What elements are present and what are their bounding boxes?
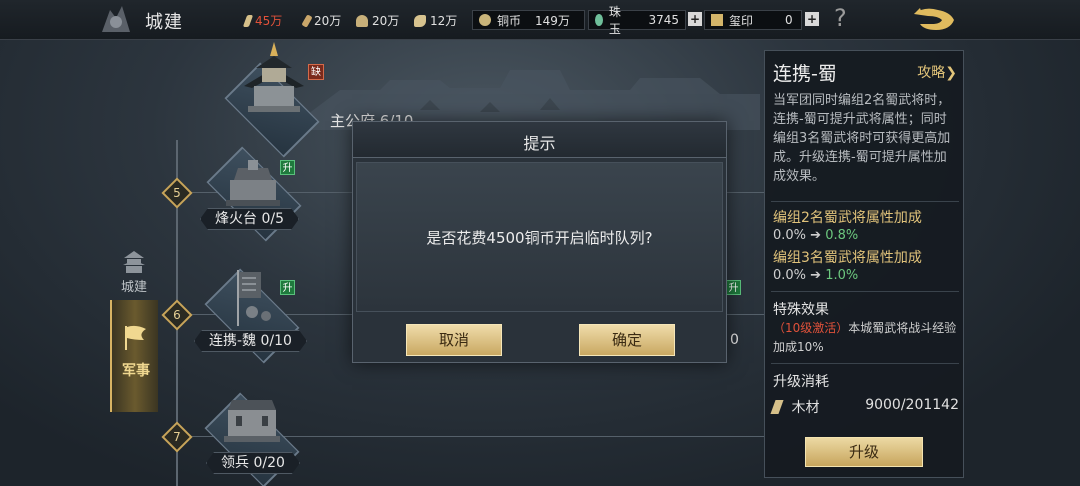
seal-display: 玺印 0 — [704, 10, 802, 30]
copper-coin-display: 铜币 149万 — [472, 10, 585, 30]
left-nav: 城建 军事 — [110, 240, 158, 412]
stone-resource[interactable]: 20万 — [356, 12, 399, 29]
cancel-button[interactable]: 取消 — [406, 324, 502, 356]
level-marker: 7 — [161, 421, 193, 453]
iron-icon — [414, 14, 426, 27]
shortage-badge: 缺 — [308, 64, 324, 80]
upgrade-badge: 升 — [280, 280, 295, 295]
dialog-body: 是否花费4500铜币开启临时队列? — [356, 162, 723, 312]
wood-resource[interactable]: 20万 — [301, 12, 341, 29]
dialog-message: 是否花费4500铜币开启临时队列? — [426, 229, 653, 247]
panel-title: 连携-蜀 — [773, 63, 837, 85]
pagoda-icon — [123, 251, 145, 273]
confirm-dialog: 提示 是否花费4500铜币开启临时队列? 取消 确定 — [352, 121, 727, 363]
bonus-3-heading: 编组3名蜀武将属性加成 — [773, 250, 922, 266]
food-resource[interactable]: 45万 — [242, 12, 282, 29]
level-marker: 5 — [161, 177, 193, 209]
upgrade-badge: 升 — [280, 160, 295, 175]
upgrade-cost-heading: 升级消耗 — [773, 374, 829, 390]
special-effect-heading: 特殊效果 — [773, 302, 829, 318]
arrow-right-icon: ➔ — [810, 268, 822, 283]
jade-icon — [595, 14, 603, 26]
bonus-2-heading: 编组2名蜀武将属性加成 — [773, 210, 922, 226]
special-effect-text: （10级激活）本城蜀武将战斗经验加成10% — [773, 321, 957, 354]
battle-flag-icon — [125, 325, 146, 350]
dragon-menu-icon[interactable] — [910, 4, 960, 36]
palace-icon — [244, 42, 304, 112]
dialog-title: 提示 — [523, 134, 556, 153]
nav-city-tab[interactable]: 城建 — [110, 240, 158, 298]
building-detail-panel: 连携-蜀 攻略❯ 当军团同时编组2名蜀武将时，连携-蜀可提升武将属性；同时编组3… — [764, 50, 964, 478]
bonus-3-value: 0.0% ➔ 1.0% — [773, 268, 859, 283]
add-jade-button[interactable]: + — [688, 12, 702, 26]
divider — [771, 201, 959, 202]
iron-resource[interactable]: 12万 — [414, 12, 457, 29]
nav-military-tab[interactable]: 军事 — [110, 300, 158, 412]
copper-coin-icon — [479, 14, 491, 26]
dialog-header: 提示 — [353, 122, 726, 158]
chevron-right-icon: ❯ — [945, 65, 957, 81]
war-banner-icon — [237, 270, 271, 326]
wood-icon — [301, 13, 313, 28]
level-marker: 6 — [161, 299, 193, 331]
top-bar: 城建 45万 20万 20万 12万 铜币 149万 珠玉 3745 + 玺印 … — [0, 0, 1080, 40]
help-icon[interactable]: ? — [834, 4, 847, 32]
upgrade-button[interactable]: 升级 — [805, 437, 923, 467]
upgrade-badge: 升 — [726, 280, 741, 295]
stone-icon — [356, 14, 368, 27]
divider — [771, 291, 959, 292]
add-seal-button[interactable]: + — [805, 12, 819, 26]
jade-display: 珠玉 3745 — [588, 5, 686, 36]
divider — [771, 363, 959, 364]
building-command-label: 领兵 0/20 — [206, 452, 300, 474]
confirm-button[interactable]: 确定 — [579, 324, 675, 356]
wood-cost-row: 木材 9000/201142 — [770, 397, 959, 417]
arrow-right-icon: ➔ — [810, 228, 822, 243]
guide-link[interactable]: 攻略❯ — [917, 62, 957, 82]
barracks-icon — [224, 400, 280, 442]
bonus-2-value: 0.0% ➔ 0.8% — [773, 228, 859, 243]
building-beacon-tower-label: 烽火台 0/5 — [200, 208, 299, 230]
building-alliance-right-label[interactable]: 0 — [730, 332, 739, 348]
page-title: 城建 — [145, 12, 183, 33]
seal-icon — [711, 14, 723, 26]
wood-icon — [770, 400, 784, 414]
panel-description: 当军团同时编组2名蜀武将时，连携-蜀可提升武将属性；同时编组3名蜀武将时可获得更… — [773, 93, 951, 184]
beacon-tower-icon — [226, 160, 280, 206]
building-alliance-wei-label: 连携-魏 0/10 — [194, 330, 307, 352]
food-icon — [242, 14, 254, 27]
city-emblem-icon[interactable] — [96, 2, 136, 38]
